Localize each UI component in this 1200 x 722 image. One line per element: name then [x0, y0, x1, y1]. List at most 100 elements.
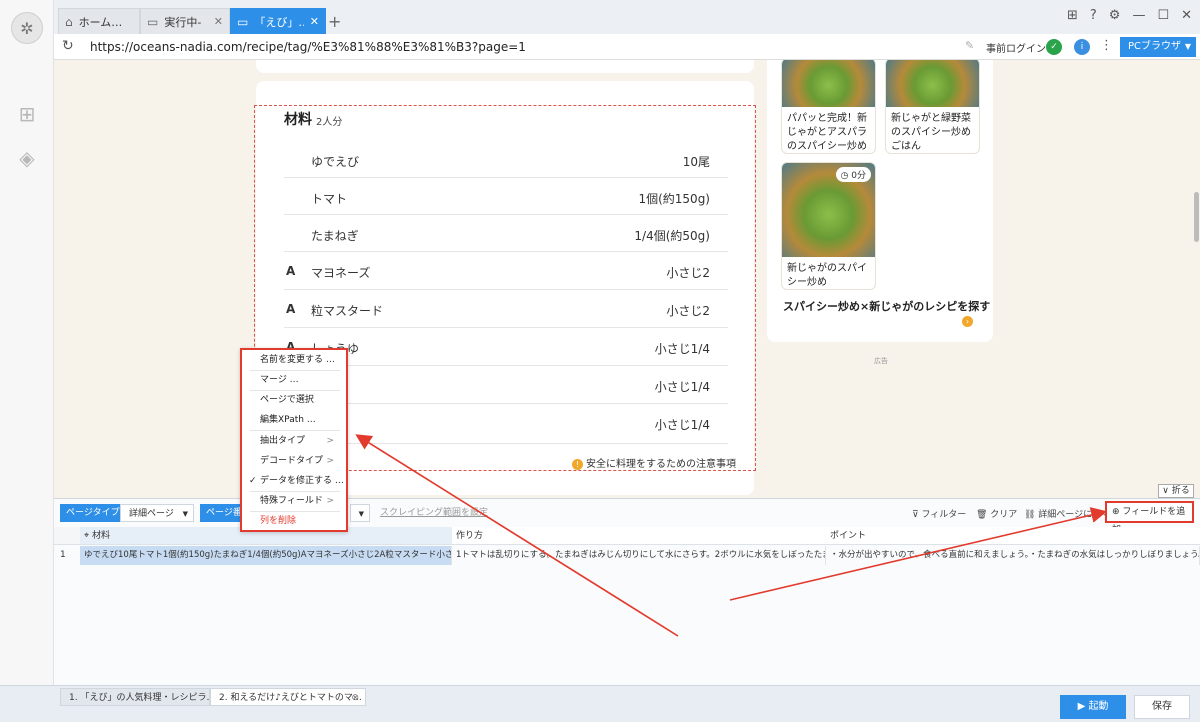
menu-label: ページで選択: [260, 395, 314, 405]
more-icon[interactable]: ⋮: [1100, 38, 1113, 53]
column-header-label: 作り方: [456, 531, 484, 541]
maximize-icon[interactable]: ☐: [1157, 8, 1169, 23]
home-icon: ⌂: [65, 14, 73, 29]
filter-label: フィルター: [921, 510, 967, 520]
recipe-image: [782, 60, 875, 107]
url-field[interactable]: https://oceans-nadia.com/recipe/tag/%E3%…: [84, 36, 984, 58]
menu-decode-type[interactable]: デコードタイプ >: [242, 451, 346, 471]
table-cell[interactable]: ・水分が出やすいので、食べる直前に和えましょう。・たまねぎの水気はしっかりしぼり…: [826, 546, 1200, 565]
scrollbar[interactable]: [1194, 192, 1199, 242]
close-icon[interactable]: ⊗: [351, 689, 359, 705]
page-type-select[interactable]: 詳細ページ ▼: [120, 504, 194, 522]
timer-label: 0分: [851, 171, 866, 181]
status-bar: 1. 「えび」の人気料理・レシピラ… 2. 和えるだけ♪えびとトマトのマ… ⊗ ▶…: [0, 685, 1200, 722]
row-number: 1: [60, 550, 66, 560]
task-tab-label: 2. 和えるだけ♪えびとトマトのマ…: [219, 693, 362, 703]
tab-label: 実行中-「…: [164, 15, 207, 29]
recipe-image: [886, 60, 979, 107]
start-label: 起動: [1088, 701, 1109, 712]
tab-home[interactable]: ⌂ ホーム…: [58, 8, 140, 34]
goto-detail-button[interactable]: ⛓ 詳細ページに行く: [1024, 507, 1110, 520]
column-header-label: 材料: [91, 531, 110, 541]
menu-delete-column[interactable]: 列を削除: [242, 511, 346, 531]
scrape-range-link[interactable]: スクレイピング範囲を設定: [380, 504, 488, 522]
menu-label: マージ …: [260, 375, 299, 385]
add-field-button[interactable]: ⊕ フィールドを追加: [1105, 501, 1194, 535]
filter-button[interactable]: ⊽ フィルター: [912, 507, 966, 520]
check-icon: ✓: [249, 476, 257, 486]
pc-browser-button[interactable]: PCブラウザ ▼: [1120, 37, 1196, 57]
extension-green-icon[interactable]: ✓: [1046, 39, 1062, 55]
close-icon[interactable]: ✕: [214, 15, 223, 28]
chevron-down-icon: ▼: [1184, 42, 1191, 51]
gift-icon[interactable]: ⊞: [1067, 8, 1078, 23]
menu-rename[interactable]: 名前を変更する …: [242, 350, 346, 370]
left-rail: ✲ ⊞ ◈ ✉: [0, 0, 54, 722]
column-header-points[interactable]: ポイント: [826, 527, 1200, 545]
arrow-right-icon[interactable]: ›: [962, 316, 973, 327]
help-icon[interactable]: ?: [1090, 8, 1097, 23]
fold-button[interactable]: ∨ 折る: [1158, 484, 1194, 498]
close-icon[interactable]: ✕: [310, 15, 319, 28]
search-recipes-link[interactable]: スパイシー炒め×新じゃがのレシピを探す: [783, 298, 990, 314]
recipe-caption: 新じゃがと緑野菜のスパイシー炒めごはん: [891, 113, 971, 152]
menu-merge[interactable]: マージ …: [242, 370, 346, 390]
new-task-icon[interactable]: ⊞: [15, 102, 39, 126]
table-cell[interactable]: 1トマトは乱切りにする。たまねぎはみじん切りにして水にさらす。2ボウルに水気をし…: [452, 546, 826, 565]
menu-edit-xpath[interactable]: 編集XPath …: [242, 410, 346, 430]
recipe-card[interactable]: 新じゃがと緑野菜のスパイシー炒めごはん: [885, 60, 980, 154]
menu-label: デコードタイプ: [260, 456, 324, 466]
browser-tab-bar: ⌂ ホーム… ▭ 実行中-「… ✕ ▭ 「えび」… ✕ + ⊞ ? ⚙ — ☐ …: [54, 0, 1200, 34]
gear-icon[interactable]: ⚙: [1109, 8, 1121, 23]
task-tab[interactable]: 1. 「えび」の人気料理・レシピラ…: [60, 688, 210, 706]
chevron-down-icon: ▼: [358, 510, 364, 518]
start-button[interactable]: ▶ 起動: [1060, 695, 1126, 719]
clear-button[interactable]: 🗑 クリア: [976, 507, 1017, 520]
page-number-select[interactable]: ▼: [350, 504, 370, 522]
page-icon: ▭: [237, 14, 249, 29]
layers-icon[interactable]: ◈: [15, 146, 39, 170]
timer-badge: ◷ 0分: [835, 167, 871, 182]
new-tab-icon[interactable]: +: [328, 12, 341, 31]
recipe-card[interactable]: パパッと完成！新じゃがとアスパラのスパイシー炒め: [781, 60, 876, 154]
menu-select-in-page[interactable]: ページで選択: [242, 390, 346, 410]
menu-fix-data[interactable]: ✓ データを修正する …: [242, 471, 346, 491]
recipe-image: ◷ 0分: [782, 163, 875, 257]
menu-special-field[interactable]: 特殊フィールド >: [242, 491, 346, 511]
fold-label: 折る: [1171, 486, 1190, 496]
recipe-card[interactable]: ◷ 0分 新じゃがのスパイシー炒め: [781, 162, 876, 290]
menu-extract-type[interactable]: 抽出タイプ >: [242, 431, 346, 451]
tab-label: 「えび」…: [254, 15, 303, 29]
pre-login-button[interactable]: 事前ログイン: [986, 40, 1046, 55]
chevron-right-icon: >: [326, 456, 334, 466]
menu-label: 名前を変更する …: [260, 355, 335, 365]
clear-label: クリア: [990, 510, 1018, 520]
recipe-caption: 新じゃがのスパイシー炒め: [787, 263, 867, 288]
column-header-steps[interactable]: 作り方: [452, 527, 826, 545]
tab-running[interactable]: ▭ 実行中-「… ✕: [140, 8, 230, 34]
page-icon: ▭: [147, 14, 159, 29]
chevron-right-icon: >: [326, 496, 334, 506]
menu-label: 列を削除: [260, 516, 297, 526]
page-type-value: 詳細ページ: [129, 509, 174, 519]
data-panel: ∨ 折る ページタイプ 詳細ページ ▼ ページ番号 ▼ スクレイピング範囲を設定…: [54, 484, 1200, 685]
minimize-icon[interactable]: —: [1132, 8, 1145, 23]
extension-blue-icon[interactable]: i: [1074, 39, 1090, 55]
ad-label: 広告: [874, 357, 888, 365]
web-content: 材料 2人分 ゆでえび 10尾 トマト 1個(約150g) たまねぎ 1/4個(…: [54, 60, 1200, 498]
table-corner: [54, 527, 80, 545]
tab-ebi[interactable]: ▭ 「えび」… ✕: [230, 8, 326, 34]
edit-url-icon[interactable]: ✎: [965, 39, 974, 52]
table-cell[interactable]: ゆでえび10尾トマト1個(約150g)たまねぎ1/4個(約50g)Aマヨネーズ小…: [80, 546, 452, 565]
app-logo-icon: ✲: [11, 12, 43, 44]
tab-label: ホーム…: [78, 15, 123, 29]
recipe-caption: パパッと完成！新じゃがとアスパラのスパイシー炒め: [787, 113, 867, 152]
task-tab-active[interactable]: 2. 和えるだけ♪えびとトマトのマ… ⊗: [210, 688, 366, 706]
reload-icon[interactable]: ↻: [62, 38, 74, 54]
card-top: [256, 60, 754, 73]
save-button[interactable]: 保存: [1134, 695, 1190, 719]
page-type-label: ページタイプ: [60, 504, 126, 522]
menu-label: 抽出タイプ: [260, 436, 306, 446]
chevron-down-icon: ▼: [182, 510, 188, 518]
close-window-icon[interactable]: ✕: [1181, 8, 1192, 23]
